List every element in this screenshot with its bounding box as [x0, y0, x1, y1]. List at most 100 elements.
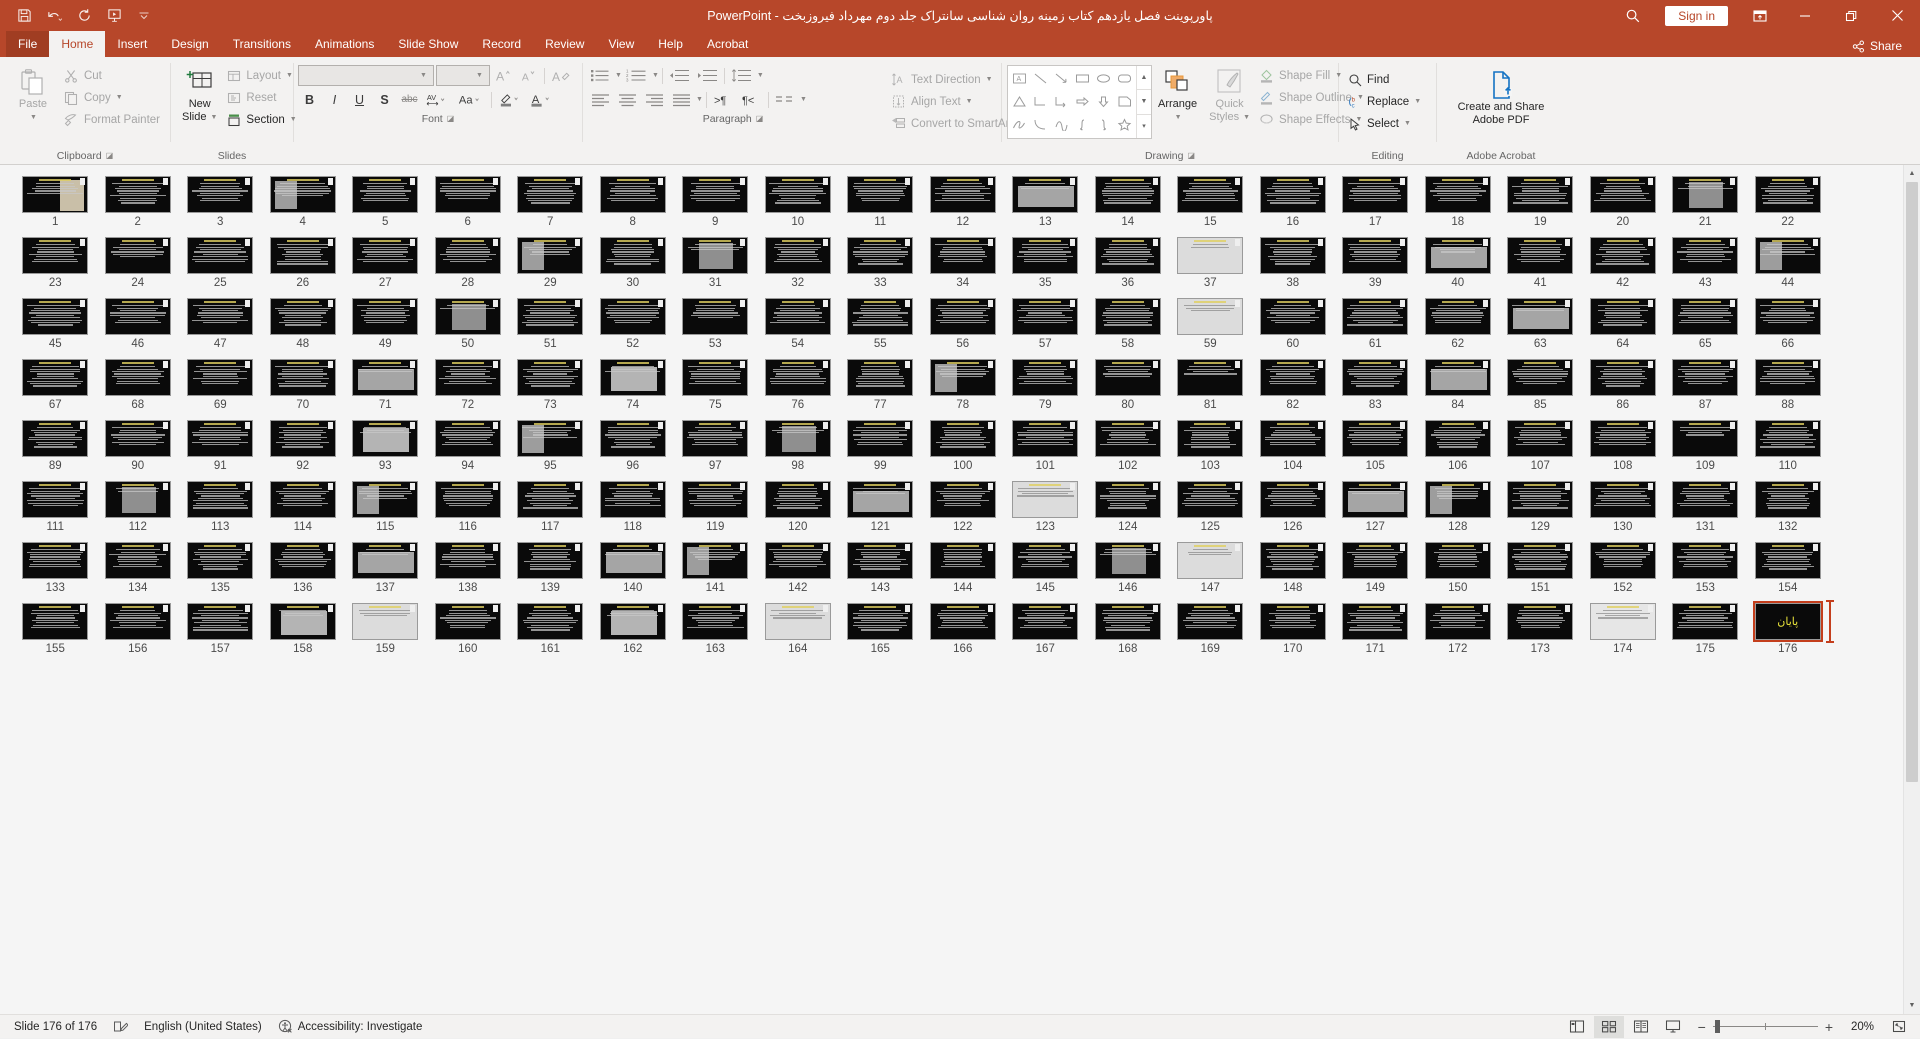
slide-thumbnail[interactable] [1259, 420, 1326, 457]
slide-thumbnail-cell[interactable]: 126 [1252, 478, 1335, 539]
slide-thumbnail[interactable] [1507, 298, 1574, 335]
slide-thumbnail[interactable] [269, 420, 336, 457]
slide-thumbnail[interactable] [599, 237, 666, 274]
text-highlight-color-button[interactable] [496, 89, 526, 110]
quick-styles-caret[interactable]: ▼ [1243, 111, 1250, 124]
numbering-button[interactable]: 123 [623, 65, 650, 86]
tab-insert[interactable]: Insert [105, 31, 159, 57]
slide-thumbnail-cell[interactable]: 173 [1499, 600, 1582, 661]
slide-thumbnail[interactable] [1177, 603, 1244, 640]
slide-thumbnail-cell[interactable]: 71 [344, 356, 427, 417]
slide-thumbnail-cell[interactable]: 162 [592, 600, 675, 661]
slide-thumbnail[interactable] [434, 542, 501, 579]
scrollbar-track[interactable] [1904, 182, 1920, 997]
slide-thumbnail[interactable] [929, 359, 996, 396]
replace-caret[interactable]: ▼ [1414, 98, 1421, 105]
slide-thumbnail[interactable] [1672, 542, 1739, 579]
slide-thumbnail-cell[interactable]: 102 [1087, 417, 1170, 478]
slide-thumbnail[interactable] [434, 176, 501, 213]
slide-thumbnail-cell[interactable]: 20 [1582, 173, 1665, 234]
reading-view-button[interactable] [1626, 1016, 1656, 1038]
start-from-beginning-icon[interactable] [100, 3, 128, 29]
vertical-scrollbar[interactable]: ▲ ▼ [1903, 165, 1920, 1014]
slide-thumbnail[interactable] [269, 359, 336, 396]
slide-thumbnail[interactable] [22, 237, 89, 274]
slide-thumbnail[interactable] [1507, 481, 1574, 518]
slide-thumbnail-cell[interactable]: 59 [1169, 295, 1252, 356]
slide-thumbnail-cell[interactable]: 30 [592, 234, 675, 295]
slide-thumbnail[interactable] [1259, 359, 1326, 396]
slide-thumbnail-cell[interactable]: 101 [1004, 417, 1087, 478]
slide-thumbnail[interactable] [187, 298, 254, 335]
slide-thumbnail-cell[interactable]: 115 [344, 478, 427, 539]
clear-formatting-button[interactable]: A [549, 65, 572, 86]
slide-thumbnail[interactable] [682, 481, 749, 518]
align-left-button[interactable] [587, 89, 613, 110]
clipboard-dialog-launcher-icon[interactable]: ◪ [106, 151, 114, 160]
slide-thumbnail[interactable] [187, 420, 254, 457]
slide-thumbnail-cell[interactable]: 22 [1747, 173, 1830, 234]
slide-thumbnail-cell[interactable]: 163 [674, 600, 757, 661]
slide-thumbnail-cell[interactable]: 1 [14, 173, 97, 234]
slide-thumbnail-cell[interactable]: 157 [179, 600, 262, 661]
slide-thumbnail-cell[interactable]: 150 [1417, 539, 1500, 600]
slide-thumbnail-cell[interactable]: 117 [509, 478, 592, 539]
slide-thumbnail[interactable] [929, 237, 996, 274]
slide-thumbnail[interactable] [1177, 542, 1244, 579]
slide-thumbnail[interactable] [1507, 420, 1574, 457]
slide-thumbnail[interactable] [1094, 237, 1161, 274]
slide-thumbnail-cell[interactable]: 151 [1499, 539, 1582, 600]
slide-thumbnail-cell[interactable]: 118 [592, 478, 675, 539]
slide-thumbnail-cell[interactable]: 106 [1417, 417, 1500, 478]
slide-thumbnail[interactable] [352, 176, 419, 213]
slide-thumbnail[interactable] [1507, 603, 1574, 640]
slide-thumbnail-cell[interactable]: 79 [1004, 356, 1087, 417]
slide-thumbnail[interactable] [764, 420, 831, 457]
shapes-gallery-more-icon[interactable]: ▾ [1137, 115, 1151, 138]
slide-thumbnail-cell[interactable]: 89 [14, 417, 97, 478]
slide-thumbnail-cell[interactable]: 51 [509, 295, 592, 356]
font-color-button[interactable]: A [528, 89, 558, 110]
slide-thumbnail-cell[interactable]: 166 [922, 600, 1005, 661]
slide-thumbnail-cell[interactable]: 35 [1004, 234, 1087, 295]
slide-thumbnail-cell[interactable]: 7 [509, 173, 592, 234]
slide-thumbnail-cell[interactable]: 68 [97, 356, 180, 417]
paste-dropdown-caret[interactable]: ▼ [30, 111, 37, 124]
slide-thumbnail-cell[interactable]: 127 [1334, 478, 1417, 539]
slide-thumbnail-cell[interactable]: 62 [1417, 295, 1500, 356]
slide-thumbnail[interactable] [764, 603, 831, 640]
slide-thumbnail[interactable] [22, 420, 89, 457]
text-direction-caret[interactable]: ▼ [986, 76, 993, 83]
slide-thumbnail[interactable] [1094, 542, 1161, 579]
slide-thumbnail-cell[interactable]: 48 [262, 295, 345, 356]
slide-thumbnail-cell[interactable]: 116 [427, 478, 510, 539]
slide-thumbnail-cell[interactable]: 24 [97, 234, 180, 295]
justify-dropdown-caret[interactable]: ▼ [696, 96, 703, 103]
slide-thumbnail[interactable] [764, 298, 831, 335]
shape-right-arrow-icon[interactable] [1072, 90, 1093, 113]
slide-thumbnail[interactable] [764, 542, 831, 579]
tab-animations[interactable]: Animations [303, 31, 386, 57]
slide-thumbnail[interactable] [1589, 237, 1656, 274]
slide-thumbnail-cell[interactable]: 120 [757, 478, 840, 539]
slide-thumbnail[interactable] [434, 298, 501, 335]
numbering-dropdown-caret[interactable]: ▼ [652, 72, 659, 79]
tab-home[interactable]: Home [49, 31, 106, 57]
tab-record[interactable]: Record [470, 31, 533, 57]
shapes-gallery-scroll[interactable]: ▲ ▼ ▾ [1136, 66, 1151, 138]
slide-thumbnail-cell[interactable]: 8 [592, 173, 675, 234]
slide-thumbnail-cell[interactable]: 69 [179, 356, 262, 417]
chevron-down-icon[interactable]: ▼ [416, 72, 431, 79]
slide-thumbnail-cell[interactable]: 75 [674, 356, 757, 417]
slide-thumbnail[interactable] [764, 176, 831, 213]
slide-thumbnail-cell[interactable]: 38 [1252, 234, 1335, 295]
slide-thumbnail-cell[interactable]: 141 [674, 539, 757, 600]
slide-thumbnail[interactable] [434, 603, 501, 640]
slide-thumbnail[interactable] [929, 420, 996, 457]
select-button[interactable]: Select ▼ [1344, 113, 1426, 134]
slide-thumbnail-cell[interactable]: 108 [1582, 417, 1665, 478]
slide-thumbnail-cell[interactable]: 99 [839, 417, 922, 478]
slide-thumbnail-cell[interactable]: 158 [262, 600, 345, 661]
slide-thumbnail-cell[interactable]: 156 [97, 600, 180, 661]
slide-thumbnail-cell[interactable]: 52 [592, 295, 675, 356]
